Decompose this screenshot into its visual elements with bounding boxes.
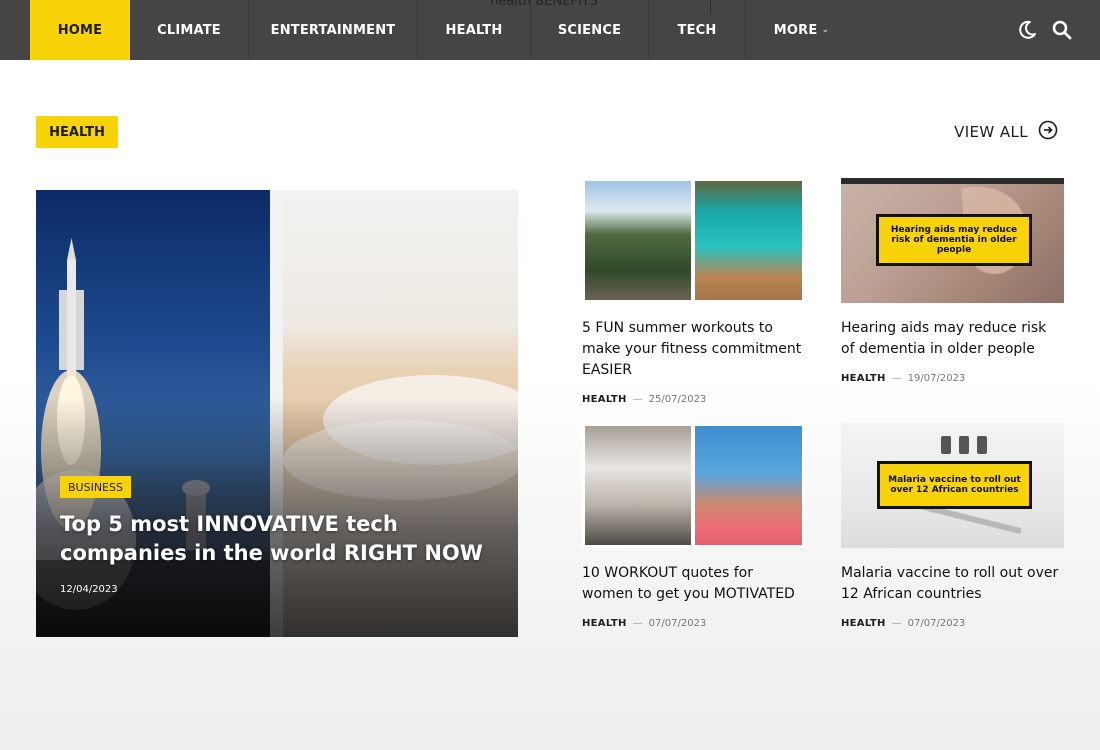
meta-separator: — [632,618,643,629]
nav-item-science[interactable]: SCIENCE [531,0,649,60]
article-thumbnail-workouts[interactable] [582,178,805,303]
thumbnail-caption: Malaria vaccine to roll out over 12 Afri… [877,461,1032,509]
article-title[interactable]: 5 FUN summer workouts to make your fitne… [582,318,805,381]
nav-item-entertainment[interactable]: ENTERTAINMENT [249,0,418,60]
article-category[interactable]: HEALTH [841,618,886,629]
featured-article[interactable]: BUSINESS Top 5 most INNOVATIVE tech comp… [36,190,518,637]
article-date: 19/07/2023 [907,373,966,384]
article-meta: HEALTH — 07/07/2023 [841,618,1064,629]
article-date: 07/07/2023 [907,618,966,629]
meta-separator: — [632,394,643,405]
featured-title[interactable]: Top 5 most INNOVATIVE tech companies in … [60,510,490,568]
article-date: 07/07/2023 [648,618,707,629]
article-thumbnail-hearing[interactable]: Hearing aids may reduce risk of dementia… [841,178,1064,303]
thumbnail-caption: Hearing aids may reduce risk of dementia… [876,214,1032,266]
nav-label: TECH [677,22,717,38]
article-title[interactable]: 10 WORKOUT quotes for women to get you M… [582,563,805,605]
featured-category-badge[interactable]: BUSINESS [60,476,131,498]
article-card[interactable]: Malaria vaccine to roll out over 12 Afri… [841,423,1064,629]
article-meta: HEALTH — 19/07/2023 [841,373,1064,384]
nav-item-health[interactable]: HEALTH [418,0,531,60]
nav-item-more[interactable]: MORE ⌄ [746,0,857,60]
article-category[interactable]: HEALTH [582,394,627,405]
meta-separator: — [891,618,902,629]
chevron-down-icon: ⌄ [821,25,830,35]
nav-label: MORE [773,22,818,38]
nav-label: HOME [57,22,103,38]
article-thumbnail-workout-quotes[interactable] [582,423,805,548]
article-meta: HEALTH — 07/07/2023 [582,618,805,629]
section-badge-label: HEALTH [49,124,105,140]
article-thumbnail-malaria[interactable]: Malaria vaccine to roll out over 12 Afri… [841,423,1064,548]
search-icon[interactable] [1051,19,1073,41]
nav-item-home[interactable]: HOME [30,0,130,60]
article-title[interactable]: Malaria vaccine to roll out over 12 Afri… [841,563,1064,605]
view-all-link[interactable]: VIEW ALL [954,118,1058,146]
nav-label: ENTERTAINMENT [270,22,396,38]
featured-date: 12/04/2023 [60,584,118,595]
nav-label: CLIMATE [157,22,221,38]
article-card[interactable]: 10 WORKOUT quotes for women to get you M… [582,423,805,629]
nav-label: HEALTH [445,22,503,38]
article-date: 25/07/2023 [648,394,707,405]
meta-separator: — [891,373,902,384]
nav-label: SCIENCE [557,22,622,38]
nav-item-climate[interactable]: CLIMATE [130,0,249,60]
article-category[interactable]: HEALTH [841,373,886,384]
moon-icon[interactable] [1016,19,1038,41]
article-category[interactable]: HEALTH [582,618,627,629]
article-card[interactable]: Hearing aids may reduce risk of dementia… [841,178,1064,384]
top-navbar: health BENEFITS HOME CLIMATE ENTERTAINME… [0,0,1100,60]
section-badge-health[interactable]: HEALTH [36,116,118,148]
view-all-label: VIEW ALL [954,123,1028,141]
article-title[interactable]: Hearing aids may reduce risk of dementia… [841,318,1064,360]
article-card[interactable]: 5 FUN summer workouts to make your fitne… [582,178,805,405]
arrow-right-circle-icon [1038,120,1058,144]
nav-item-tech[interactable]: TECH [649,0,746,60]
article-meta: HEALTH — 25/07/2023 [582,394,805,405]
featured-category-label: BUSINESS [68,480,123,494]
